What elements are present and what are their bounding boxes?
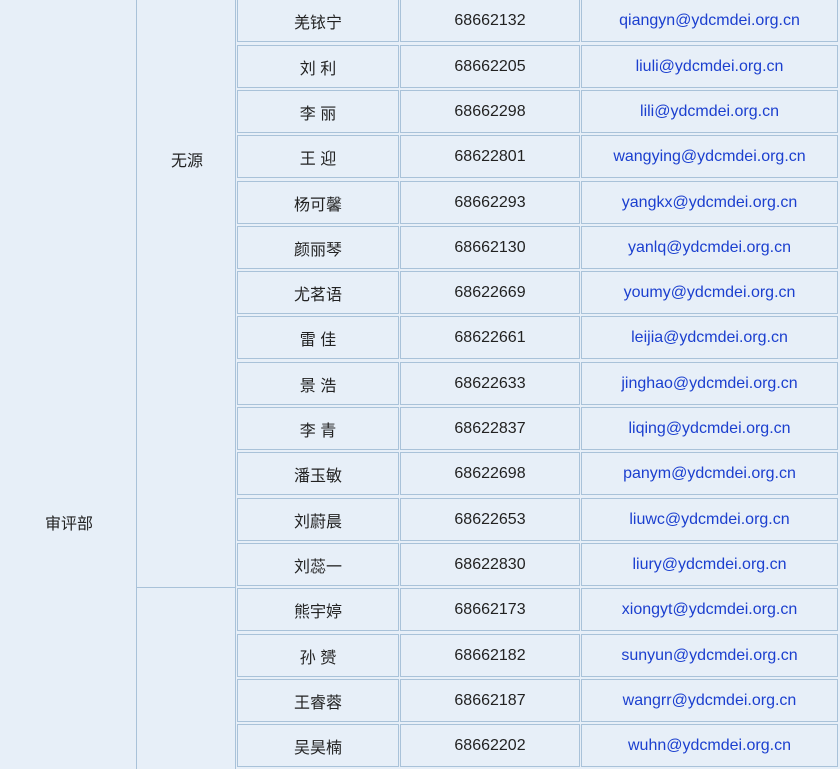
contact-name: 孙 赟 bbox=[237, 634, 399, 677]
email-link[interactable]: xiongyt@ydcmdei.org.cn bbox=[622, 601, 797, 619]
contact-email-cell: leijia@ydcmdei.org.cn bbox=[581, 316, 838, 359]
contact-phone: 68622669 bbox=[400, 271, 580, 314]
contact-email-cell: panym@ydcmdei.org.cn bbox=[581, 452, 838, 495]
contact-phone: 68662187 bbox=[400, 679, 580, 722]
email-link[interactable]: wangying@ydcmdei.org.cn bbox=[613, 148, 805, 166]
contact-email-cell: wuhn@ydcmdei.org.cn bbox=[581, 724, 838, 767]
contact-name: 杨可馨 bbox=[237, 181, 399, 224]
email-link[interactable]: qiangyn@ydcmdei.org.cn bbox=[619, 12, 800, 30]
contact-name: 王睿蓉 bbox=[237, 679, 399, 722]
email-link[interactable]: jinghao@ydcmdei.org.cn bbox=[621, 375, 797, 393]
contact-email-cell: yanlq@ydcmdei.org.cn bbox=[581, 226, 838, 269]
contact-phone: 68622830 bbox=[400, 543, 580, 586]
contact-email-cell: yangkx@ydcmdei.org.cn bbox=[581, 181, 838, 224]
contact-name: 熊宇婷 bbox=[237, 588, 399, 631]
contact-phone: 68622698 bbox=[400, 452, 580, 495]
contact-name: 刘 利 bbox=[237, 45, 399, 88]
contact-name: 李 青 bbox=[237, 407, 399, 450]
contact-phone: 68622801 bbox=[400, 135, 580, 178]
contact-email-cell: liuli@ydcmdei.org.cn bbox=[581, 45, 838, 88]
email-link[interactable]: yanlq@ydcmdei.org.cn bbox=[628, 239, 791, 257]
contact-email-cell: liury@ydcmdei.org.cn bbox=[581, 543, 838, 586]
contact-phone: 68662293 bbox=[400, 181, 580, 224]
contact-phone: 68662205 bbox=[400, 45, 580, 88]
contact-name: 刘蔚晨 bbox=[237, 498, 399, 541]
contact-email-cell: sunyun@ydcmdei.org.cn bbox=[581, 634, 838, 677]
email-link[interactable]: leijia@ydcmdei.org.cn bbox=[631, 329, 788, 347]
email-link[interactable]: wuhn@ydcmdei.org.cn bbox=[628, 737, 791, 755]
contact-phone: 68622837 bbox=[400, 407, 580, 450]
contact-phone: 68662132 bbox=[400, 0, 580, 42]
email-link[interactable]: liqing@ydcmdei.org.cn bbox=[628, 420, 790, 438]
email-link[interactable]: youmy@ydcmdei.org.cn bbox=[624, 284, 796, 302]
contact-name: 尤茗语 bbox=[237, 271, 399, 314]
contact-email-cell: lili@ydcmdei.org.cn bbox=[581, 90, 838, 133]
department-column-divider bbox=[136, 0, 137, 769]
contact-name: 潘玉敏 bbox=[237, 452, 399, 495]
email-link[interactable]: yangkx@ydcmdei.org.cn bbox=[622, 194, 797, 212]
department-label: 审评部 bbox=[45, 516, 94, 533]
contact-email-cell: wangrr@ydcmdei.org.cn bbox=[581, 679, 838, 722]
email-link[interactable]: liuli@ydcmdei.org.cn bbox=[636, 58, 784, 76]
email-link[interactable]: panym@ydcmdei.org.cn bbox=[623, 465, 796, 483]
contact-phone: 68662202 bbox=[400, 724, 580, 767]
contact-name: 刘蕊一 bbox=[237, 543, 399, 586]
contact-email-cell: youmy@ydcmdei.org.cn bbox=[581, 271, 838, 314]
email-link[interactable]: sunyun@ydcmdei.org.cn bbox=[621, 647, 797, 665]
contact-phone: 68622661 bbox=[400, 316, 580, 359]
group-column-divider bbox=[235, 0, 236, 769]
contact-email-cell: xiongyt@ydcmdei.org.cn bbox=[581, 588, 838, 631]
contact-phone: 68662173 bbox=[400, 588, 580, 631]
contact-name: 李 丽 bbox=[237, 90, 399, 133]
contact-email-cell: qiangyn@ydcmdei.org.cn bbox=[581, 0, 838, 42]
email-link[interactable]: lili@ydcmdei.org.cn bbox=[640, 103, 779, 121]
contact-email-cell: liuwc@ydcmdei.org.cn bbox=[581, 498, 838, 541]
contact-phone: 68622633 bbox=[400, 362, 580, 405]
contact-name: 王 迎 bbox=[237, 135, 399, 178]
contact-name: 颜丽琴 bbox=[237, 226, 399, 269]
email-link[interactable]: liuwc@ydcmdei.org.cn bbox=[629, 511, 789, 529]
group-separator bbox=[137, 587, 235, 588]
contact-email-cell: wangying@ydcmdei.org.cn bbox=[581, 135, 838, 178]
contact-phone: 68662298 bbox=[400, 90, 580, 133]
contact-email-cell: liqing@ydcmdei.org.cn bbox=[581, 407, 838, 450]
contact-name: 羌铱宁 bbox=[237, 0, 399, 42]
email-link[interactable]: wangrr@ydcmdei.org.cn bbox=[623, 692, 797, 710]
contact-name: 景 浩 bbox=[237, 362, 399, 405]
group-label-passive: 无源 bbox=[171, 153, 204, 170]
contact-phone: 68662182 bbox=[400, 634, 580, 677]
email-link[interactable]: liury@ydcmdei.org.cn bbox=[632, 556, 786, 574]
contact-email-cell: jinghao@ydcmdei.org.cn bbox=[581, 362, 838, 405]
contact-name: 雷 佳 bbox=[237, 316, 399, 359]
contact-phone: 68662130 bbox=[400, 226, 580, 269]
contact-phone: 68622653 bbox=[400, 498, 580, 541]
contact-name: 吴昊楠 bbox=[237, 724, 399, 767]
